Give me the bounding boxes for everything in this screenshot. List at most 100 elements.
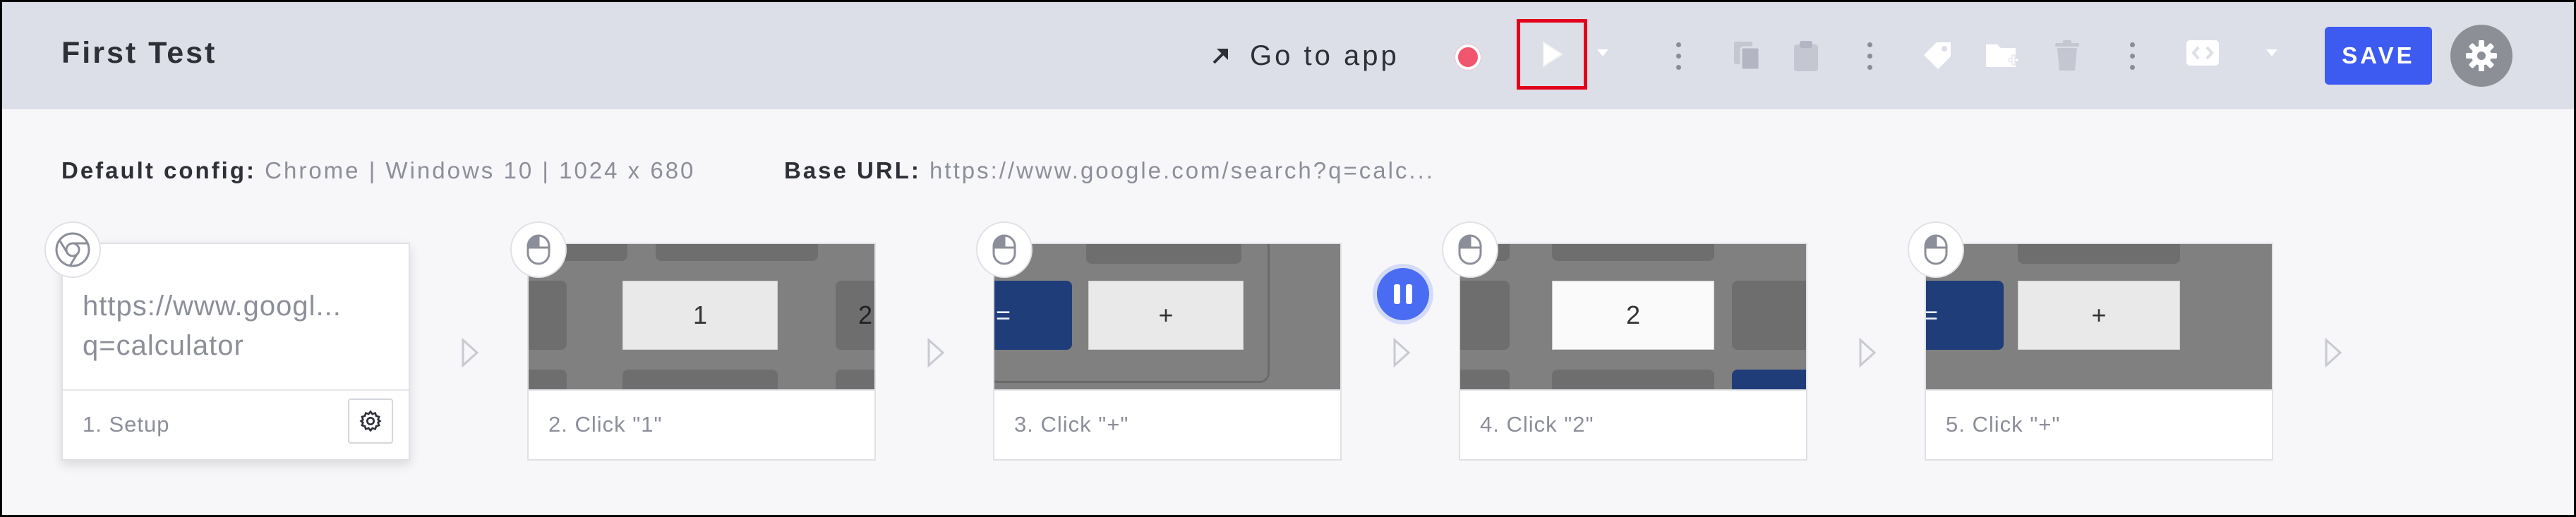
record-button[interactable] <box>1448 37 1488 77</box>
pause-bar-icon <box>1406 284 1412 304</box>
setup-url-line-2: q=calculator <box>83 330 244 361</box>
gear-icon <box>2466 40 2497 71</box>
calc-key <box>1460 370 1510 389</box>
page-title: First Test <box>61 36 217 70</box>
step-badge-click-2 <box>1442 221 1498 278</box>
step-label: 1. Setup <box>83 412 170 437</box>
more-menu-1[interactable] <box>1671 35 1685 77</box>
calc-key <box>622 370 778 389</box>
calc-key <box>529 281 567 350</box>
go-to-app-label: Go to app <box>1250 39 1400 71</box>
calc-key <box>529 370 567 389</box>
default-config-value[interactable]: Chrome | Windows 10 | 1024 x 680 <box>265 157 695 183</box>
calc-key-edge: 2 <box>836 281 874 350</box>
caret-down-icon <box>2266 49 2277 56</box>
play-button[interactable] <box>1517 19 1587 90</box>
step-screenshot: 1 2 <box>529 244 874 389</box>
step-label: 3. Click "+" <box>1014 412 1129 437</box>
clipboard-icon <box>1794 41 1818 71</box>
arrow-up-right-icon <box>1212 49 1228 64</box>
step-screenshot: = + <box>994 244 1340 389</box>
dot-icon <box>2129 42 2135 47</box>
mouse-icon <box>1924 234 1948 265</box>
default-config: Default config: Chrome | Windows 10 | 10… <box>61 157 695 184</box>
calc-key-highlighted: 1 <box>622 281 778 350</box>
setup-settings-button[interactable] <box>348 399 393 444</box>
app-frame: First Test Go to app SAVE Default config… <box>2 2 2574 515</box>
copy-button[interactable] <box>1727 36 1767 75</box>
code-view-dropdown[interactable] <box>2262 43 2282 63</box>
divider <box>994 389 1340 391</box>
settings-button[interactable] <box>2450 25 2512 87</box>
default-config-label: Default config: <box>61 157 256 183</box>
calc-key-highlighted: + <box>2018 281 2180 350</box>
step-badge-click-plus <box>976 221 1033 278</box>
trash-icon <box>2055 40 2079 71</box>
calc-key-equals: = <box>1926 281 2004 350</box>
mouse-icon <box>1458 234 1482 265</box>
base-url: Base URL: https://www.google.com/search?… <box>784 157 1435 184</box>
step-screenshot: = + <box>1926 244 2272 389</box>
step-label: 2. Click "1" <box>548 412 663 437</box>
calc-frame <box>994 244 1270 383</box>
base-url-label: Base URL: <box>784 157 921 183</box>
chrome-icon <box>55 232 90 267</box>
step-card-setup[interactable]: https://www.googl... q=calculator 1. Set… <box>61 243 410 461</box>
step-arrow-icon <box>2325 338 2342 367</box>
step-arrow-icon <box>462 338 479 367</box>
calc-key <box>836 370 874 389</box>
dot-icon <box>2129 64 2135 70</box>
step-arrow-icon <box>1859 338 1877 367</box>
dot-icon <box>1675 42 1681 47</box>
go-to-app-link[interactable]: Go to app <box>1210 36 1400 75</box>
calc-key <box>656 244 818 261</box>
pause-bar-icon <box>1394 284 1400 304</box>
mouse-icon <box>526 234 550 265</box>
calc-key <box>2018 244 2180 264</box>
step-label: 5. Click "+" <box>1946 412 2061 437</box>
calc-key <box>1552 244 1714 261</box>
calc-key-highlighted: 2 <box>1552 281 1714 350</box>
tag-icon <box>1924 42 1951 69</box>
gear-icon <box>359 410 382 432</box>
divider <box>63 389 409 391</box>
step-badge-click-plus-2 <box>1908 221 1964 278</box>
base-url-value[interactable]: https://www.google.com/search?q=calc... <box>929 157 1435 183</box>
calc-key <box>1460 281 1510 350</box>
code-view-button[interactable] <box>2183 33 2222 73</box>
divider <box>529 389 874 391</box>
step-screenshot: 2 <box>1460 244 1806 389</box>
divider <box>1926 389 2272 391</box>
more-menu-3[interactable] <box>2125 35 2139 77</box>
calc-key <box>1732 281 1806 350</box>
step-card-click-1[interactable]: 1 2 2. Click "1" <box>527 243 876 461</box>
save-button[interactable]: SAVE <box>2325 27 2432 85</box>
divider <box>1460 389 1806 391</box>
play-icon <box>1543 41 1563 68</box>
setup-url-line-1: https://www.googl... <box>83 291 342 322</box>
mouse-icon <box>992 234 1016 265</box>
paste-button[interactable] <box>1786 36 1826 75</box>
toolbar: First Test Go to app SAVE <box>2 2 2574 109</box>
dot-icon <box>2129 53 2135 59</box>
play-options-dropdown[interactable] <box>1593 43 1613 63</box>
step-label: 4. Click "2" <box>1480 412 1594 437</box>
step-card-click-2[interactable]: 2 4. Click "2" <box>1459 243 1807 461</box>
dot-icon <box>1867 64 1872 70</box>
step-card-click-plus-2[interactable]: = + 5. Click "+" <box>1925 243 2273 461</box>
step-arrow-icon <box>1393 338 1411 367</box>
dot-icon <box>1675 64 1681 70</box>
step-card-click-plus[interactable]: = + 3. Click "+" <box>993 243 1342 461</box>
tag-button[interactable] <box>1918 36 1957 75</box>
copy-icon <box>1734 42 1761 71</box>
delete-button[interactable] <box>2047 36 2087 75</box>
setup-url: https://www.googl... q=calculator <box>83 286 393 365</box>
step-badge-setup <box>44 221 101 278</box>
more-menu-2[interactable] <box>1862 35 1877 77</box>
code-icon <box>2186 40 2219 66</box>
record-icon <box>1455 44 1481 70</box>
folder-plus-icon <box>1986 44 2019 67</box>
pause-button[interactable] <box>1377 268 1429 320</box>
add-folder-button[interactable] <box>1982 36 2022 75</box>
calc-key <box>1552 370 1714 389</box>
